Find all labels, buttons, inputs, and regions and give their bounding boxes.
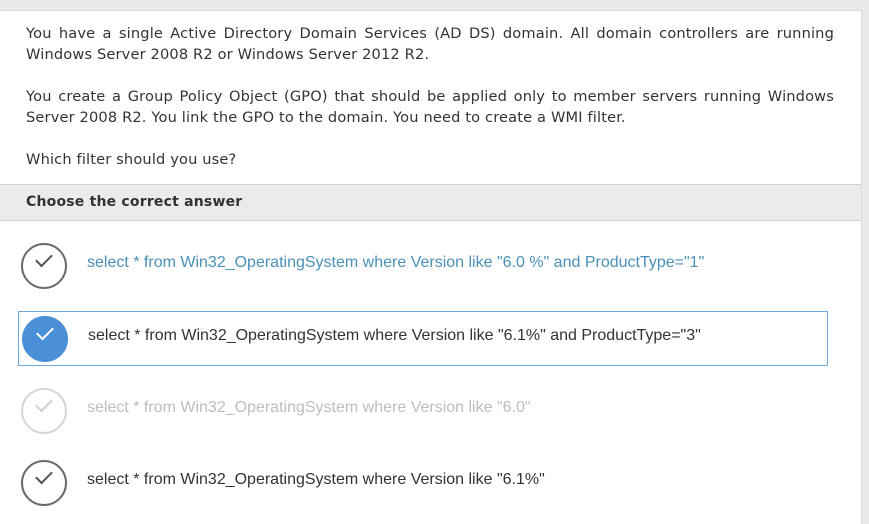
answer-option-3[interactable]: select * from Win32_OperatingSystem wher… [0,381,861,441]
question-paragraph-2: You create a Group Policy Object (GPO) t… [26,88,834,126]
section-title: Choose the correct answer [26,194,243,210]
question-paragraph-1: You have a single Active Directory Domai… [26,25,834,63]
answer-option-2-selected[interactable]: select * from Win32_OperatingSystem wher… [0,309,861,369]
answer-text[interactable]: select * from Win32_OperatingSystem wher… [87,399,531,417]
answer-text[interactable]: select * from Win32_OperatingSystem wher… [87,471,545,489]
answer-option-4[interactable]: select * from Win32_OperatingSystem wher… [0,453,861,513]
check-circle-icon[interactable] [21,243,67,289]
answer-text[interactable]: select * from Win32_OperatingSystem wher… [87,254,704,272]
answer-text[interactable]: select * from Win32_OperatingSystem wher… [88,327,701,345]
question-prompt: Which filter should you use? [26,151,237,168]
check-circle-icon[interactable] [21,460,67,506]
answer-option-1[interactable]: select * from Win32_OperatingSystem wher… [0,236,861,296]
question-text: You have a single Active Directory Domai… [0,11,861,170]
question-card: You have a single Active Directory Domai… [0,10,862,524]
check-circle-icon[interactable] [21,388,67,434]
check-circle-icon[interactable] [22,316,68,362]
answer-section-header: Choose the correct answer [0,184,861,221]
